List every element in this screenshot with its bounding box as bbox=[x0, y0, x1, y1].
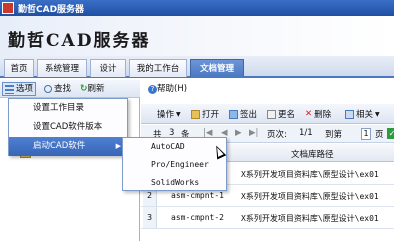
submenu-arrow-icon: ▶ bbox=[115, 142, 121, 150]
page-number-input[interactable]: 1 bbox=[361, 128, 371, 140]
help-label: 帮助(H) bbox=[157, 84, 188, 94]
app-icon bbox=[2, 2, 14, 14]
main-tabs: 首页 系统管理 设计 我的工作台 文档管理 bbox=[0, 56, 394, 78]
page-unit: 页 bbox=[375, 130, 384, 140]
tab-my-workbench[interactable]: 我的工作台 bbox=[129, 59, 187, 77]
path-cell: X系列开发项目资料库\原型设计\ex01 bbox=[241, 214, 379, 223]
search-icon bbox=[44, 85, 52, 93]
name-cell: asm-cmpnt-2 bbox=[171, 213, 224, 222]
goto-label: 到第 bbox=[325, 130, 343, 140]
chevron-down-icon: ▼ bbox=[176, 110, 181, 118]
operate-label: 操作 bbox=[157, 110, 175, 120]
checkmark-icon[interactable]: ✓ bbox=[387, 128, 394, 139]
tab-home[interactable]: 首页 bbox=[4, 59, 34, 77]
options-label: 选项 bbox=[16, 84, 34, 94]
chevron-down-icon: ▼ bbox=[375, 110, 380, 118]
delete-icon: ✕ bbox=[305, 109, 313, 119]
row-number: 3 bbox=[143, 207, 157, 228]
path-cell: X系列开发项目资料库\原型设计\ex01 bbox=[241, 192, 379, 201]
document-toolbar: 操作 ▼ 打开 签出 更名 ✕ 删除 相关 ▼ bbox=[141, 104, 394, 124]
title-bar: 勤哲CAD服务器 bbox=[0, 0, 394, 16]
refresh-icon: ↻ bbox=[80, 84, 88, 94]
options-menu: 设置工作目录 设置CAD软件版本 启动CAD软件 ▶ bbox=[8, 98, 128, 156]
related-button[interactable]: 相关 ▼ bbox=[345, 108, 380, 120]
name-cell: asm-cmpnt-1 bbox=[171, 191, 224, 200]
menu-item-set-cad-version[interactable]: 设置CAD软件版本 bbox=[9, 118, 127, 137]
related-label: 相关 bbox=[356, 110, 374, 120]
pages-value: 1/1 bbox=[299, 128, 313, 138]
open-folder-icon bbox=[191, 109, 200, 119]
open-label: 打开 bbox=[202, 110, 220, 120]
tab-design[interactable]: 设计 bbox=[90, 59, 126, 77]
submenu-item-solidworks[interactable]: SolidWorks bbox=[123, 174, 226, 192]
checkout-label: 签出 bbox=[240, 110, 258, 120]
table-row[interactable]: 3 asm-cmpnt-2 X系列开发项目资料库\原型设计\ex01 bbox=[141, 207, 394, 229]
cad-software-submenu: AutoCAD Pro/Engineer SolidWorks bbox=[122, 137, 227, 191]
menu-icon bbox=[5, 84, 14, 94]
checkout-button[interactable]: 签出 bbox=[229, 108, 257, 120]
left-toolbar: 选项 查找 ↻ 刷新 bbox=[0, 80, 140, 98]
rename-icon bbox=[267, 109, 276, 119]
help-icon: ? bbox=[148, 84, 157, 94]
refresh-button[interactable]: ↻ 刷新 bbox=[78, 82, 107, 96]
find-button[interactable]: 查找 bbox=[42, 82, 73, 96]
rename-label: 更名 bbox=[278, 110, 296, 120]
delete-button[interactable]: ✕ 删除 bbox=[305, 108, 331, 120]
open-button[interactable]: 打开 bbox=[191, 108, 219, 120]
window-title: 勤哲CAD服务器 bbox=[18, 4, 85, 15]
last-page-icon[interactable]: ▶| bbox=[249, 128, 258, 138]
checkout-icon bbox=[229, 109, 238, 119]
logo-banner: 勤哲CAD服务器 bbox=[0, 16, 394, 56]
delete-label: 删除 bbox=[314, 110, 332, 120]
refresh-label: 刷新 bbox=[87, 84, 105, 94]
path-cell: X系列开发项目资料库\原型设计\ex01 bbox=[241, 170, 379, 179]
related-icon bbox=[345, 109, 354, 119]
operate-button[interactable]: 操作 ▼ bbox=[157, 108, 181, 120]
options-button[interactable]: 选项 bbox=[2, 82, 37, 96]
rename-button[interactable]: 更名 bbox=[267, 108, 295, 120]
tab-system-admin[interactable]: 系统管理 bbox=[37, 59, 87, 77]
find-label: 查找 bbox=[54, 84, 72, 94]
menu-item-set-work-dir[interactable]: 设置工作目录 bbox=[9, 99, 127, 118]
submenu-item-proengineer[interactable]: Pro/Engineer bbox=[123, 156, 226, 174]
help-button[interactable]: ? 帮助(H) bbox=[146, 82, 189, 96]
logo-text: 勤哲CAD服务器 bbox=[8, 31, 151, 51]
next-page-icon[interactable]: ▶ bbox=[235, 128, 242, 138]
tab-document-management[interactable]: 文档管理 bbox=[190, 59, 244, 77]
menu-item-launch-cad[interactable]: 启动CAD软件 ▶ bbox=[9, 137, 127, 156]
menu-item-launch-cad-label: 启动CAD软件 bbox=[33, 141, 86, 151]
path-column-header[interactable]: 文档库路径 bbox=[291, 148, 334, 160]
pages-label: 页次: bbox=[267, 130, 287, 140]
